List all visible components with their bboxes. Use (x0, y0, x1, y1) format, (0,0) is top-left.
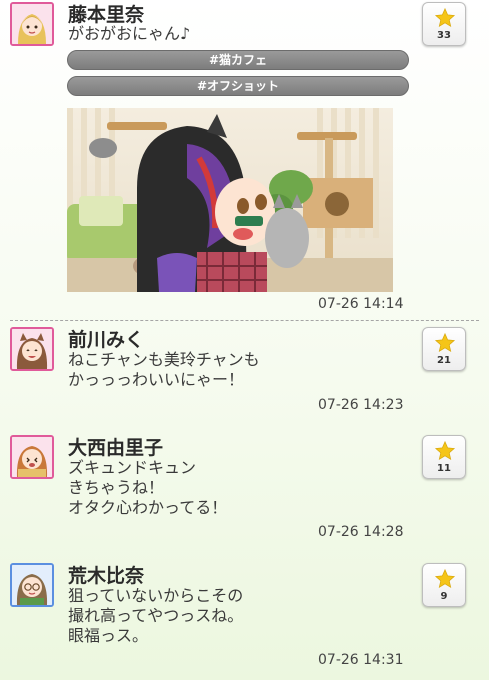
photo-illustration (67, 108, 393, 292)
avatar-image (12, 4, 52, 44)
star-icon (434, 7, 456, 28)
star-icon (434, 568, 456, 589)
post-message: 狙っていないからこその 撮れ高ってやつっスね。 眼福っス。 (68, 586, 244, 645)
post-message: ねこチャンも美玲チャンも かっっっわいいにゃー！ (68, 350, 260, 389)
post-message: がおがおにゃん♪ (68, 24, 191, 43)
poster-name: 藤本里奈 (68, 4, 145, 26)
like-button[interactable]: 9 (422, 563, 466, 607)
hashtag-pill[interactable]: #オフショット (67, 76, 409, 96)
avatar-image (12, 565, 52, 605)
avatar[interactable] (10, 327, 54, 371)
avatar[interactable] (10, 435, 54, 479)
poster-name: 前川みく (68, 329, 145, 351)
avatar-image (12, 437, 52, 477)
avatar[interactable] (10, 2, 54, 46)
like-count: 33 (437, 30, 451, 41)
like-button[interactable]: 11 (422, 435, 466, 479)
poster-name: 荒木比奈 (68, 565, 145, 587)
post-timestamp: 07-26 14:31 (318, 652, 404, 668)
star-icon (434, 440, 456, 461)
like-count: 9 (440, 591, 448, 602)
poster-name: 大西由里子 (68, 437, 164, 459)
post-message: ズキュンドキュン きちゃうね！ オタク心わかってる！ (68, 458, 228, 517)
like-button[interactable]: 21 (422, 327, 466, 371)
avatar-image (12, 329, 52, 369)
post-divider (10, 320, 479, 321)
like-button[interactable]: 33 (422, 2, 466, 46)
post-photo[interactable] (67, 108, 393, 292)
post-timestamp: 07-26 14:23 (318, 397, 404, 413)
like-count: 11 (437, 463, 451, 474)
post-timestamp: 07-26 14:14 (318, 296, 404, 312)
post-timestamp: 07-26 14:28 (318, 524, 404, 540)
star-icon (434, 332, 456, 353)
like-count: 21 (437, 355, 451, 366)
avatar[interactable] (10, 563, 54, 607)
hashtag-pill[interactable]: #猫カフェ (67, 50, 409, 70)
